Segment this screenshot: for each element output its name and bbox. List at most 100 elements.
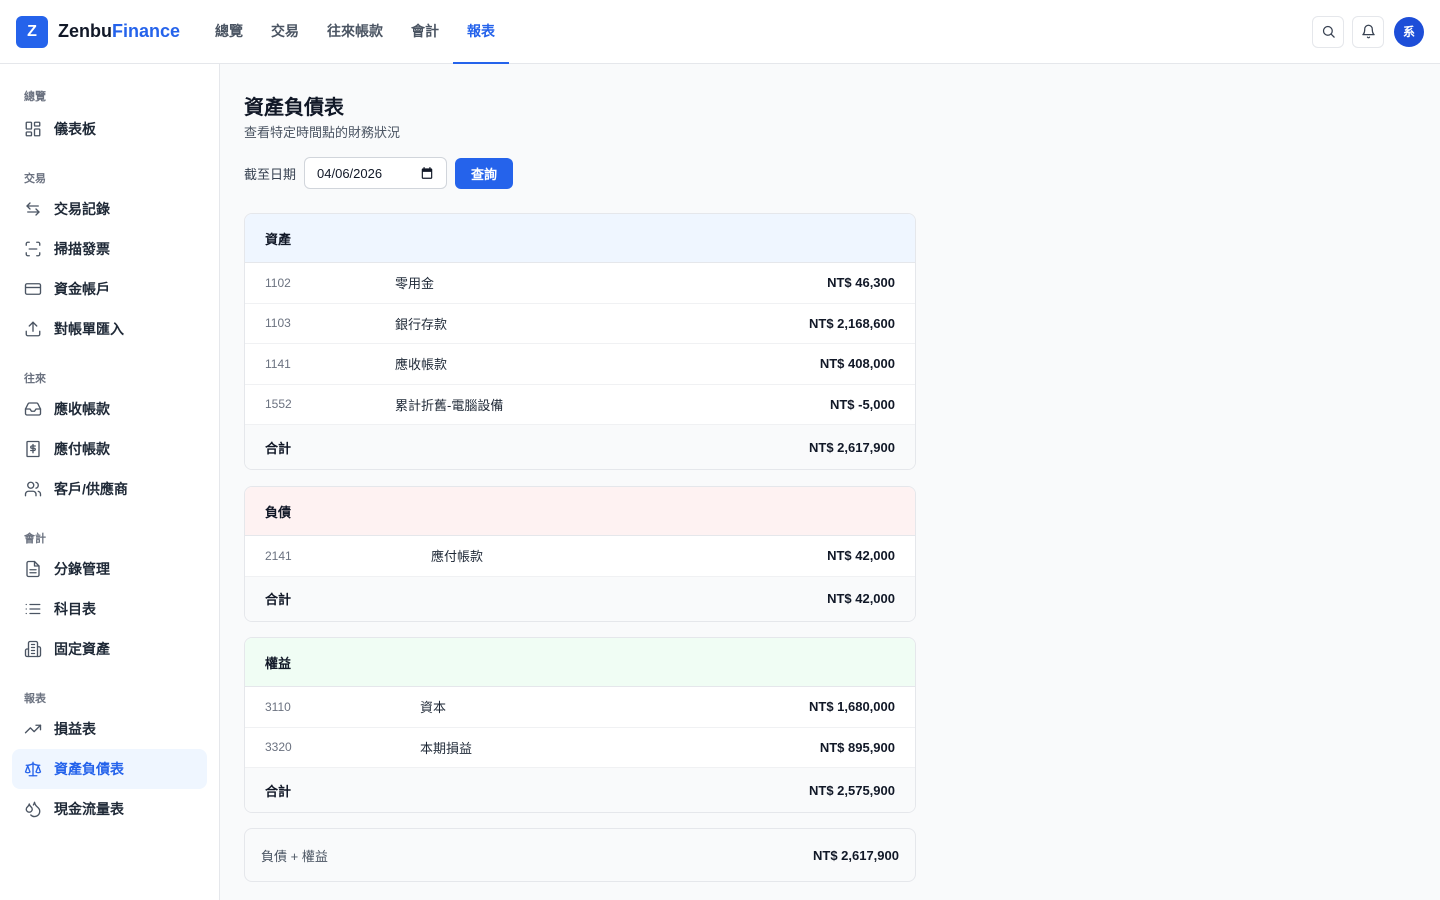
account-name: 銀行存款 <box>395 316 448 332</box>
user-avatar[interactable]: 系 <box>1394 16 1424 47</box>
date-input-value: 04/06/2026 <box>317 165 383 181</box>
account-code: 1552 <box>265 397 292 412</box>
card-icon <box>24 280 42 298</box>
section-header: 資產 <box>245 214 915 263</box>
brand-name-part1: Zenbu <box>58 21 112 41</box>
sidebar-group-overview: 總覽 <box>24 91 46 103</box>
account-code: 3110 <box>265 699 291 714</box>
sidebar-item-receivables[interactable]: 應收帳款 <box>12 389 207 429</box>
table-row: 2141 應付帳款 NT$ 42,000 <box>245 536 915 577</box>
brand-name-part2: Finance <box>112 21 181 41</box>
receipt-icon <box>24 440 42 458</box>
account-code: 1103 <box>265 316 291 331</box>
account-amount: NT$ -5,000 <box>829 396 895 412</box>
sidebar-item-label: 分錄管理 <box>54 561 110 577</box>
list-icon <box>24 600 42 618</box>
topnav-receivables-payables[interactable]: 往來帳款 <box>313 0 397 64</box>
topnav-transactions[interactable]: 交易 <box>257 0 313 64</box>
drops-icon <box>24 800 42 818</box>
total-row: 合計 NT$ 2,617,900 <box>245 425 915 469</box>
sidebar-item-label: 儀表板 <box>54 121 96 137</box>
dashboard-icon <box>24 120 42 138</box>
sidebar-item-payables[interactable]: 應付帳款 <box>12 429 207 469</box>
account-code: 3320 <box>265 740 292 755</box>
sidebar: 總覽 儀表板 交易 交易記錄 掃描發票 資金帳戶 對帳單匯入 往來 應收帳款 應… <box>0 64 220 900</box>
top-bar: Z ZenbuFinance 總覽 交易 往來帳款 會計 報表 系 <box>0 0 1440 64</box>
total-row: 合計 NT$ 2,575,900 <box>245 768 915 812</box>
bell-icon <box>1361 24 1376 39</box>
sidebar-group-transactions: 交易 <box>24 173 46 185</box>
top-nav: 總覽 交易 往來帳款 會計 報表 <box>201 0 509 64</box>
sidebar-item-fixed-assets[interactable]: 固定資產 <box>12 629 207 669</box>
account-amount: NT$ 895,900 <box>819 739 895 755</box>
search-icon <box>1321 24 1336 39</box>
sidebar-item-dashboard[interactable]: 儀表板 <box>12 109 207 149</box>
sidebar-item-label: 現金流量表 <box>54 801 124 817</box>
account-code: 2141 <box>265 548 292 563</box>
sidebar-item-cash-flow[interactable]: 現金流量表 <box>12 789 207 829</box>
total-amount: NT$ 2,617,900 <box>808 439 895 455</box>
calendar-icon[interactable] <box>420 166 434 180</box>
sidebar-item-label: 客戶/供應商 <box>54 481 128 497</box>
scan-icon <box>24 240 42 258</box>
total-label: 合計 <box>265 592 292 607</box>
sidebar-item-label: 固定資產 <box>54 641 110 657</box>
table-row: 1141 應收帳款 NT$ 408,000 <box>245 344 915 385</box>
liabilities-plus-equity-summary: 負債 + 權益 NT$ 2,617,900 <box>244 828 916 882</box>
upload-icon <box>24 320 42 338</box>
sidebar-group-reports: 報表 <box>24 693 46 705</box>
sidebar-item-label: 科目表 <box>54 601 96 617</box>
total-row: 合計 NT$ 42,000 <box>245 576 915 621</box>
topnav-reports[interactable]: 報表 <box>453 0 509 64</box>
total-amount: NT$ 2,575,900 <box>808 782 895 798</box>
sidebar-item-label: 損益表 <box>54 721 96 737</box>
brand-name: ZenbuFinance <box>58 21 180 42</box>
date-filter-label: 截至日期 <box>244 166 297 182</box>
sidebar-item-scan-invoice[interactable]: 掃描發票 <box>12 229 207 269</box>
table-row: 1103 銀行存款 NT$ 2,168,600 <box>245 304 915 344</box>
sidebar-item-transactions[interactable]: 交易記錄 <box>12 189 207 229</box>
account-name: 累計折舊-電腦設備 <box>395 397 504 413</box>
brand[interactable]: Z ZenbuFinance <box>16 15 196 48</box>
users-icon <box>24 480 42 498</box>
sidebar-item-fund-accounts[interactable]: 資金帳戶 <box>12 269 207 309</box>
sidebar-item-chart-of-accounts[interactable]: 科目表 <box>12 589 207 629</box>
sidebar-item-label: 應收帳款 <box>54 401 110 417</box>
as-of-date-input[interactable]: 04/06/2026 <box>304 157 448 189</box>
summary-amount: NT$ 2,617,900 <box>812 847 899 863</box>
account-amount: NT$ 46,300 <box>827 275 895 291</box>
total-amount: NT$ 42,000 <box>827 591 895 606</box>
account-amount: NT$ 408,000 <box>819 356 895 372</box>
sidebar-item-label: 掃描發票 <box>54 241 110 257</box>
building-icon <box>24 640 42 658</box>
total-label: 合計 <box>265 783 292 799</box>
trend-icon <box>24 720 42 738</box>
topnav-overview[interactable]: 總覽 <box>201 0 257 64</box>
sidebar-group-dealings: 往來 <box>24 373 46 385</box>
brand-logo: Z <box>16 15 48 48</box>
section-header: 負債 <box>245 487 915 536</box>
assets-section: 資產 1102 零用金 NT$ 46,300 1103 銀行存款 NT$ 2,1… <box>244 213 916 470</box>
account-name: 應付帳款 <box>431 549 484 565</box>
account-name: 零用金 <box>395 276 435 292</box>
topnav-accounting[interactable]: 會計 <box>397 0 453 64</box>
account-name: 本期損益 <box>420 740 473 756</box>
sidebar-item-statement-import[interactable]: 對帳單匯入 <box>12 309 207 349</box>
account-code: 1141 <box>265 356 291 371</box>
sidebar-item-journal-entries[interactable]: 分錄管理 <box>12 549 207 589</box>
sidebar-item-customers-suppliers[interactable]: 客戶/供應商 <box>12 469 207 509</box>
top-actions: 系 <box>1312 15 1424 48</box>
section-header: 權益 <box>245 638 915 687</box>
page-subtitle: 查看特定時間點的財務狀況 <box>244 125 401 140</box>
account-amount: NT$ 2,168,600 <box>808 315 895 331</box>
account-amount: NT$ 42,000 <box>827 548 895 564</box>
notifications-button[interactable] <box>1352 15 1384 48</box>
search-button[interactable] <box>1312 15 1344 48</box>
sidebar-item-income-statement[interactable]: 損益表 <box>12 709 207 749</box>
sidebar-item-balance-sheet[interactable]: 資產負債表 <box>12 749 207 789</box>
account-name: 資本 <box>420 700 447 716</box>
table-row: 3320 本期損益 NT$ 895,900 <box>245 728 915 768</box>
sidebar-item-label: 對帳單匯入 <box>54 321 124 337</box>
query-button[interactable]: 查詢 <box>455 157 514 189</box>
document-icon <box>24 560 42 578</box>
